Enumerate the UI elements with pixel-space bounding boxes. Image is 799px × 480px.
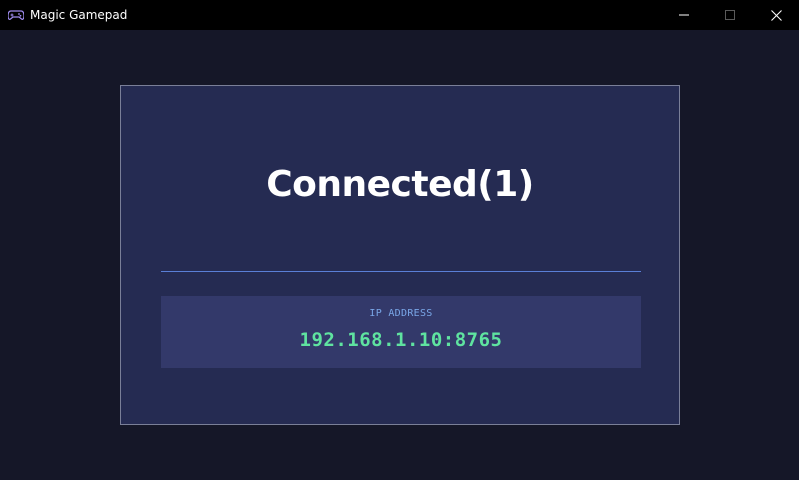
gamepad-icon [8, 7, 24, 23]
minimize-icon [679, 14, 689, 16]
window-title: Magic Gamepad [30, 8, 128, 22]
close-icon [770, 9, 782, 21]
connection-card: Connected(1) IP ADDRESS 192.168.1.10:876… [120, 85, 680, 425]
close-button[interactable] [753, 0, 799, 30]
window-controls [661, 0, 799, 30]
title-bar: Magic Gamepad [0, 0, 799, 30]
ip-address-value: 192.168.1.10:8765 [299, 329, 503, 351]
minimize-button[interactable] [661, 0, 707, 30]
maximize-icon [725, 10, 735, 20]
connection-status: Connected(1) [266, 164, 534, 205]
maximize-button[interactable] [707, 0, 753, 30]
divider [161, 271, 641, 272]
ip-address-panel: IP ADDRESS 192.168.1.10:8765 [161, 296, 641, 368]
ip-address-label: IP ADDRESS [369, 308, 433, 319]
main-content: Connected(1) IP ADDRESS 192.168.1.10:876… [0, 30, 799, 480]
